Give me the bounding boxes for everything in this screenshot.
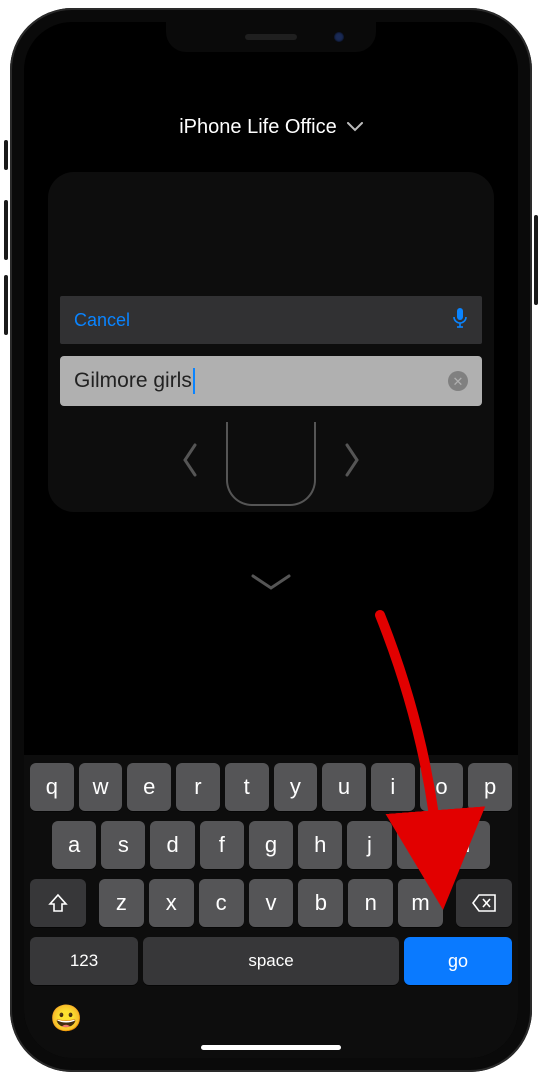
key-b[interactable]: b [298,879,343,927]
speaker-grille [245,34,297,40]
key-q[interactable]: q [30,763,74,811]
key-m[interactable]: m [398,879,443,927]
key-h[interactable]: h [298,821,342,869]
chevron-left-icon[interactable] [180,440,200,489]
key-d[interactable]: d [150,821,194,869]
key-v[interactable]: v [249,879,294,927]
chevron-down-icon [347,119,363,137]
keyboard: qwertyuiop asdfghjkl zxcvbnm 123 space g… [24,755,518,1058]
key-j[interactable]: j [347,821,391,869]
front-camera [334,32,344,42]
shift-key[interactable] [30,879,86,927]
go-key[interactable]: go [404,937,512,985]
device-name: iPhone Life Office [179,116,337,139]
notch [166,22,376,52]
emoji-icon[interactable]: 😀 [50,1003,82,1034]
key-g[interactable]: g [249,821,293,869]
key-s[interactable]: s [101,821,145,869]
key-f[interactable]: f [200,821,244,869]
text-cursor [193,368,195,394]
key-o[interactable]: o [420,763,464,811]
search-toolbar: Cancel [60,296,482,344]
screen: iPhone Life Office Cancel Gilmore girls … [24,22,518,1058]
key-e[interactable]: e [127,763,171,811]
key-c[interactable]: c [199,879,244,927]
search-input-value: Gilmore girls [74,369,192,393]
home-indicator[interactable] [201,1045,341,1050]
volume-up-button [4,200,8,260]
chevron-right-icon[interactable] [342,440,362,489]
key-i[interactable]: i [371,763,415,811]
key-t[interactable]: t [225,763,269,811]
key-r[interactable]: r [176,763,220,811]
key-u[interactable]: u [322,763,366,811]
side-button [534,215,538,305]
cancel-button[interactable]: Cancel [74,310,130,331]
key-x[interactable]: x [149,879,194,927]
dpad-select[interactable] [226,422,316,506]
volume-down-button [4,275,8,335]
dpad-row [24,422,518,506]
key-a[interactable]: a [52,821,96,869]
phone-frame: iPhone Life Office Cancel Gilmore girls … [10,8,532,1072]
key-y[interactable]: y [274,763,318,811]
backspace-key[interactable] [456,879,512,927]
chevron-down-large-icon[interactable] [24,566,518,600]
space-key[interactable]: space [143,937,399,985]
search-input[interactable]: Gilmore girls ✕ [60,356,482,406]
key-n[interactable]: n [348,879,393,927]
clear-input-icon[interactable]: ✕ [448,371,468,391]
key-w[interactable]: w [79,763,123,811]
silent-switch [4,140,8,170]
key-l[interactable]: l [446,821,490,869]
numeric-key[interactable]: 123 [30,937,138,985]
key-p[interactable]: p [468,763,512,811]
device-selector[interactable]: iPhone Life Office [24,116,518,139]
microphone-icon[interactable] [452,307,468,334]
key-z[interactable]: z [99,879,144,927]
key-k[interactable]: k [397,821,441,869]
